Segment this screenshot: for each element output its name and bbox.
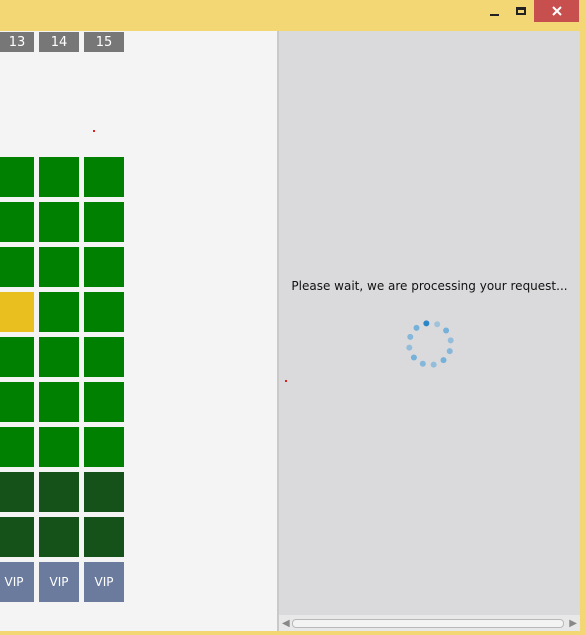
scroll-right-icon[interactable]: ▶	[569, 618, 577, 629]
seat-dark[interactable]	[84, 517, 124, 557]
spinner-dot	[419, 360, 426, 367]
spinner-dot	[413, 324, 420, 331]
scroll-left-icon[interactable]: ◀	[282, 618, 290, 629]
loading-spinner-icon	[406, 320, 454, 368]
maximize-button[interactable]	[509, 0, 533, 22]
seat-available[interactable]	[39, 382, 79, 422]
seat-selected[interactable]	[0, 292, 34, 332]
spinner-dot	[447, 337, 454, 344]
seat-dark[interactable]	[0, 517, 34, 557]
seat-available[interactable]	[84, 157, 124, 197]
seat-available[interactable]	[0, 157, 34, 197]
processing-pane: Please wait, we are processing your requ…	[279, 31, 580, 631]
vip-seat-button[interactable]: VIP	[0, 562, 34, 602]
seat-available[interactable]	[39, 427, 79, 467]
window-bottom-border	[0, 631, 586, 635]
window-titlebar	[0, 0, 586, 31]
seat-available[interactable]	[84, 427, 124, 467]
seat-dark[interactable]	[39, 517, 79, 557]
processing-message: Please wait, we are processing your requ…	[291, 279, 568, 293]
seat-available[interactable]	[84, 292, 124, 332]
spinner-dot	[446, 348, 453, 355]
maximize-icon	[516, 7, 526, 15]
vip-seat-button[interactable]: VIP	[39, 562, 79, 602]
horizontal-scrollbar[interactable]: ◀ ▶	[279, 615, 580, 631]
minimize-icon	[489, 13, 499, 16]
seat-available[interactable]	[84, 202, 124, 242]
scrollbar-thumb[interactable]	[292, 619, 564, 628]
seat-available[interactable]	[39, 202, 79, 242]
seat-map-pane: 13 14 15 VIP VIP VIP	[0, 31, 279, 631]
column-header-14: 14	[39, 32, 79, 52]
spinner-dot	[430, 361, 437, 368]
column-header-13: 13	[0, 32, 34, 52]
seat-available[interactable]	[0, 247, 34, 287]
close-icon	[551, 6, 562, 16]
seat-available[interactable]	[84, 247, 124, 287]
spinner-dot	[440, 357, 447, 364]
close-button[interactable]	[534, 0, 579, 22]
red-pixel-marker-2	[285, 380, 287, 382]
spinner-dot	[423, 320, 430, 327]
window-content: 13 14 15 VIP VIP VIP Please wait, we are p…	[0, 31, 580, 631]
seat-available[interactable]	[0, 427, 34, 467]
seat-dark[interactable]	[84, 472, 124, 512]
seat-available[interactable]	[39, 157, 79, 197]
seat-available[interactable]	[0, 382, 34, 422]
seat-dark[interactable]	[0, 472, 34, 512]
red-pixel-marker	[93, 130, 95, 132]
spinner-dot	[410, 354, 417, 361]
seat-available[interactable]	[0, 202, 34, 242]
vip-seat-button[interactable]: VIP	[84, 562, 124, 602]
seat-available[interactable]	[0, 337, 34, 377]
minimize-button[interactable]	[483, 0, 505, 22]
seat-available[interactable]	[84, 337, 124, 377]
column-header-15: 15	[84, 32, 124, 52]
seat-available[interactable]	[39, 247, 79, 287]
seat-available[interactable]	[84, 382, 124, 422]
seat-dark[interactable]	[39, 472, 79, 512]
seat-available[interactable]	[39, 292, 79, 332]
spinner-dot	[434, 321, 441, 328]
spinner-dot	[406, 344, 413, 351]
spinner-dot	[407, 333, 414, 340]
seat-available[interactable]	[39, 337, 79, 377]
spinner-dot	[443, 327, 450, 334]
